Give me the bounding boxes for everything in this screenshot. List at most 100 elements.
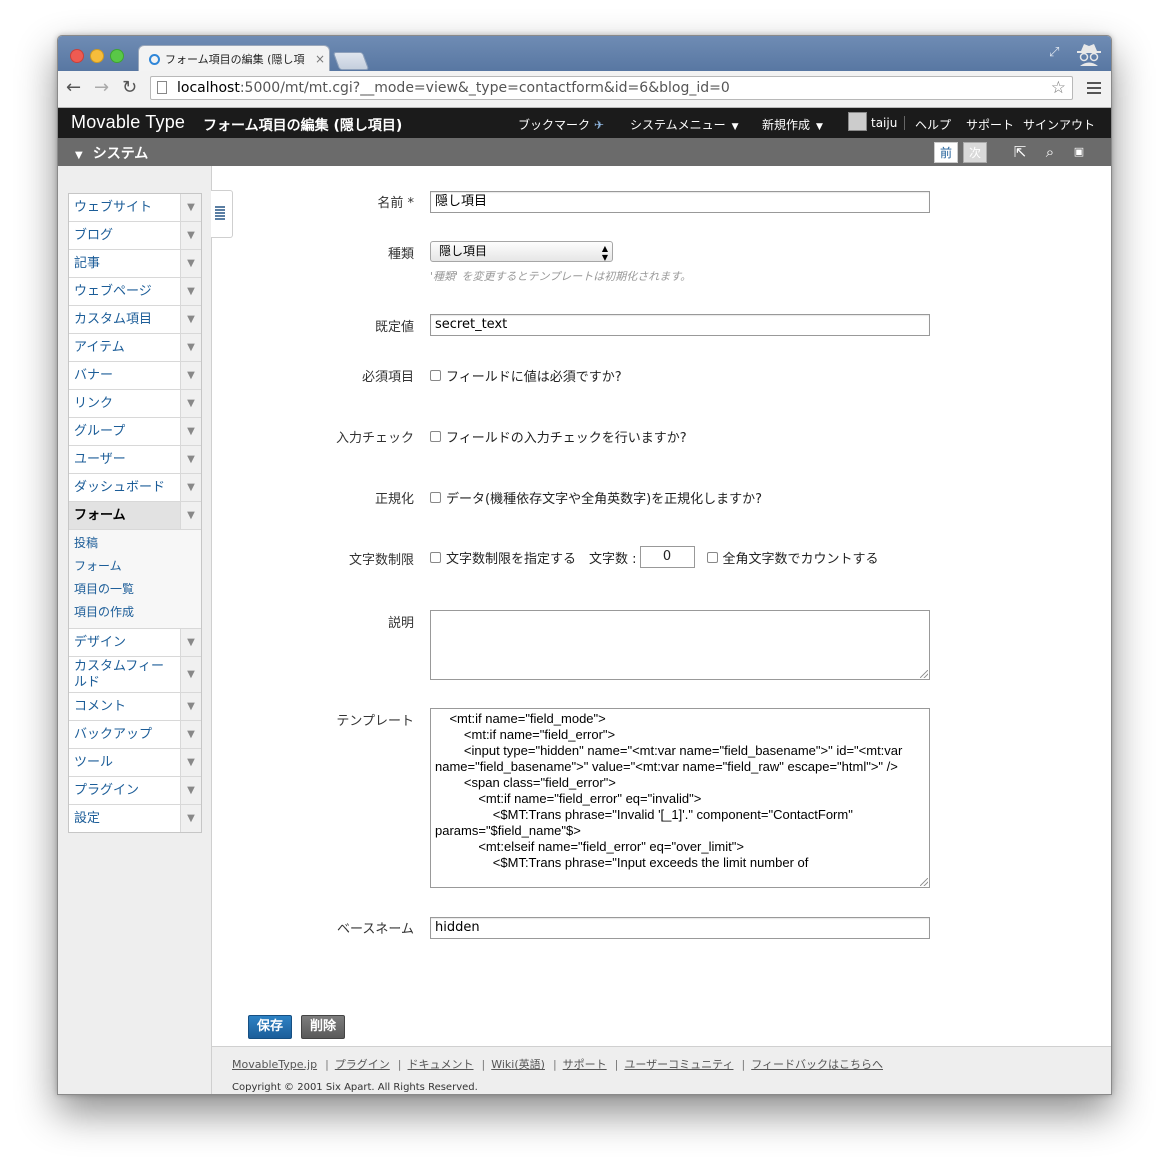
required-checkbox[interactable] [430, 370, 441, 381]
external-link-icon[interactable]: ⇱ [1011, 143, 1029, 161]
lock-icon[interactable]: ▣ [1070, 143, 1088, 161]
chevron-down-icon: ▼ [180, 474, 201, 501]
sidebar-item-pages[interactable]: ウェブページ ▼ [69, 278, 201, 306]
basename-field[interactable]: hidden [430, 917, 930, 939]
search-icon[interactable]: ⌕ [1041, 143, 1059, 161]
forward-arrow-icon[interactable]: → [94, 79, 109, 97]
caret-down-icon: ▼ [75, 150, 83, 161]
save-button[interactable]: 保存 [248, 1015, 292, 1039]
chevron-down-icon: ▼ [180, 657, 201, 692]
sidebar-item-groups[interactable]: グループ ▼ [69, 418, 201, 446]
minimize-window-button[interactable] [90, 49, 104, 63]
app-header: Movable Type フォーム項目の編集 (隠し項目) ブックマーク ✈ シ… [58, 108, 1111, 138]
sidebar-item-entries[interactable]: 記事 ▼ [69, 250, 201, 278]
footer-links: MovableType.jp | プラグイン | ドキュメント | Wiki(英語) | サポー… [232, 1058, 883, 1071]
sidebar-item-items[interactable]: アイテム ▼ [69, 334, 201, 362]
close-window-button[interactable] [70, 49, 84, 63]
new-menu[interactable]: 新規作成 ▼ [762, 116, 823, 133]
back-arrow-icon[interactable]: ← [66, 79, 81, 97]
page-icon [157, 81, 167, 94]
hamburger-menu-icon[interactable] [1087, 82, 1101, 97]
sidebar-menu: ウェブサイト ▼ ブログ ▼ 記事 ▼ ウェブページ ▼ カスタム項目 ▼ アイテム ▼ バ… [68, 193, 202, 833]
fullwidth-checkbox[interactable] [706, 551, 718, 563]
next-button[interactable]: 次 [963, 142, 987, 163]
fullscreen-icon[interactable]: ⤢ [1049, 45, 1063, 60]
resize-grip-icon [920, 670, 928, 678]
sidebar-item-banner[interactable]: バナー ▼ [69, 362, 201, 390]
footer-link-support[interactable]: サポート [563, 1058, 607, 1071]
chevron-down-icon: ▼ [180, 629, 201, 656]
chevron-down-icon: ▼ [180, 693, 201, 720]
url-text: localhost:5000/mt/mt.cgi?__mode=view&_ty… [177, 80, 730, 96]
limit-checkbox[interactable] [430, 551, 441, 563]
chevron-down-icon: ▼ [180, 777, 201, 804]
submenu-item-posts[interactable]: 投稿 [69, 532, 201, 555]
submenu-item-field-list[interactable]: 項目の一覧 [69, 578, 201, 601]
normalize-checkbox-row[interactable]: データ(機種依存文字や全角英数字)を正規化しますか? [430, 488, 762, 507]
sidebar-item-custom-fields[interactable]: カスタムフィールド ▼ [69, 657, 201, 693]
type-select[interactable]: 隠し項目 ▲ ▼ [430, 241, 613, 262]
reload-icon[interactable]: ↻ [122, 79, 137, 97]
browser-tab[interactable]: フォーム項目の編集 (隠し項 × [138, 45, 330, 72]
sidebar-item-dashboard[interactable]: ダッシュボード ▼ [69, 474, 201, 502]
sidebar-item-users[interactable]: ユーザー ▼ [69, 446, 201, 474]
footer-link-mtjp[interactable]: MovableType.jp [232, 1058, 317, 1071]
zoom-window-button[interactable] [110, 49, 124, 63]
sidebar-item-plugins[interactable]: プラグイン ▼ [69, 777, 201, 805]
default-value-field[interactable]: secret_text [430, 314, 930, 336]
name-field[interactable]: 隠し項目 [430, 191, 930, 213]
sidebar-item-comments[interactable]: コメント ▼ [69, 693, 201, 721]
normalize-checkbox[interactable] [430, 492, 441, 503]
description-textarea[interactable] [430, 610, 930, 680]
chevron-down-icon: ▼ [180, 502, 201, 529]
required-label: 必須項目 [361, 370, 414, 385]
sidebar-item-links[interactable]: リンク ▼ [69, 390, 201, 418]
sidebar-item-forms[interactable]: フォーム ▼ [69, 502, 201, 530]
chevron-down-icon: ▼ [816, 122, 823, 132]
divider [904, 116, 905, 130]
user-link[interactable]: taiju [871, 116, 897, 130]
help-link[interactable]: ヘルプ [915, 116, 951, 133]
sidebar-item-blog[interactable]: ブログ ▼ [69, 222, 201, 250]
avatar[interactable] [848, 112, 867, 131]
sidebar-item-design[interactable]: デザイン ▼ [69, 629, 201, 657]
normalize-label: 正規化 [374, 492, 414, 507]
validate-checkbox-row[interactable]: フィールドの入力チェックを行いますか? [430, 427, 687, 446]
chevron-down-icon: ▼ [180, 721, 201, 748]
prev-button[interactable]: 前 [934, 142, 958, 163]
brand-logo[interactable]: Movable Type [71, 112, 185, 133]
submenu-item-create-field[interactable]: 項目の作成 [69, 601, 201, 624]
scope-selector[interactable]: ▼ システム [75, 143, 148, 163]
validate-checkbox[interactable] [430, 431, 441, 442]
description-label: 説明 [387, 616, 414, 631]
bookmark-star-icon[interactable]: ☆ [1051, 77, 1066, 99]
type-label: 種類 [387, 247, 414, 262]
limit-count-input[interactable]: 0 [639, 546, 695, 568]
sidebar-item-settings[interactable]: 設定 ▼ [69, 805, 201, 832]
page-title: フォーム項目の編集 (隠し項目) [203, 118, 403, 134]
limit-row: 文字数制限を指定する 文字数 : 0 全角文字数でカウントする [430, 546, 879, 568]
footer-link-wiki[interactable]: Wiki(英語) [491, 1058, 545, 1071]
sidebar-item-tools[interactable]: ツール ▼ [69, 749, 201, 777]
template-textarea[interactable]: <mt:if name="field_mode"> <mt:if name="f… [430, 708, 930, 888]
browser-window: フォーム項目の編集 (隠し項 × ⤢ ← → ↻ localhost:5000/… [57, 35, 1112, 1095]
footer-link-community[interactable]: ユーザーコミュニティ [624, 1058, 733, 1071]
signout-link[interactable]: サインアウト [1023, 116, 1095, 133]
required-checkbox-row[interactable]: フィールドに値は必須ですか? [430, 366, 622, 385]
address-bar[interactable]: localhost:5000/mt/mt.cgi?__mode=view&_ty… [150, 76, 1073, 100]
bookmark-menu[interactable]: ブックマーク ✈ [518, 116, 604, 133]
delete-button[interactable]: 削除 [301, 1015, 345, 1039]
close-tab-icon[interactable]: × [311, 52, 329, 66]
sidebar-item-website[interactable]: ウェブサイト ▼ [69, 194, 201, 222]
sidebar-item-custom-items[interactable]: カスタム項目 ▼ [69, 306, 201, 334]
tab-strip: フォーム項目の編集 (隠し項 × ⤢ [58, 36, 1111, 72]
sidebar-item-backup[interactable]: バックアップ ▼ [69, 721, 201, 749]
footer-link-feedback[interactable]: フィードバックはこちらへ [751, 1058, 883, 1071]
footer: MovableType.jp | プラグイン | ドキュメント | Wiki(英語) | サポー… [212, 1046, 1111, 1094]
footer-link-docs[interactable]: ドキュメント [408, 1058, 474, 1071]
system-menu[interactable]: システムメニュー ▼ [630, 116, 739, 133]
new-tab-button[interactable] [332, 52, 370, 70]
footer-link-plugins[interactable]: プラグイン [335, 1058, 390, 1071]
submenu-item-forms[interactable]: フォーム [69, 555, 201, 578]
support-link[interactable]: サポート [966, 116, 1014, 133]
